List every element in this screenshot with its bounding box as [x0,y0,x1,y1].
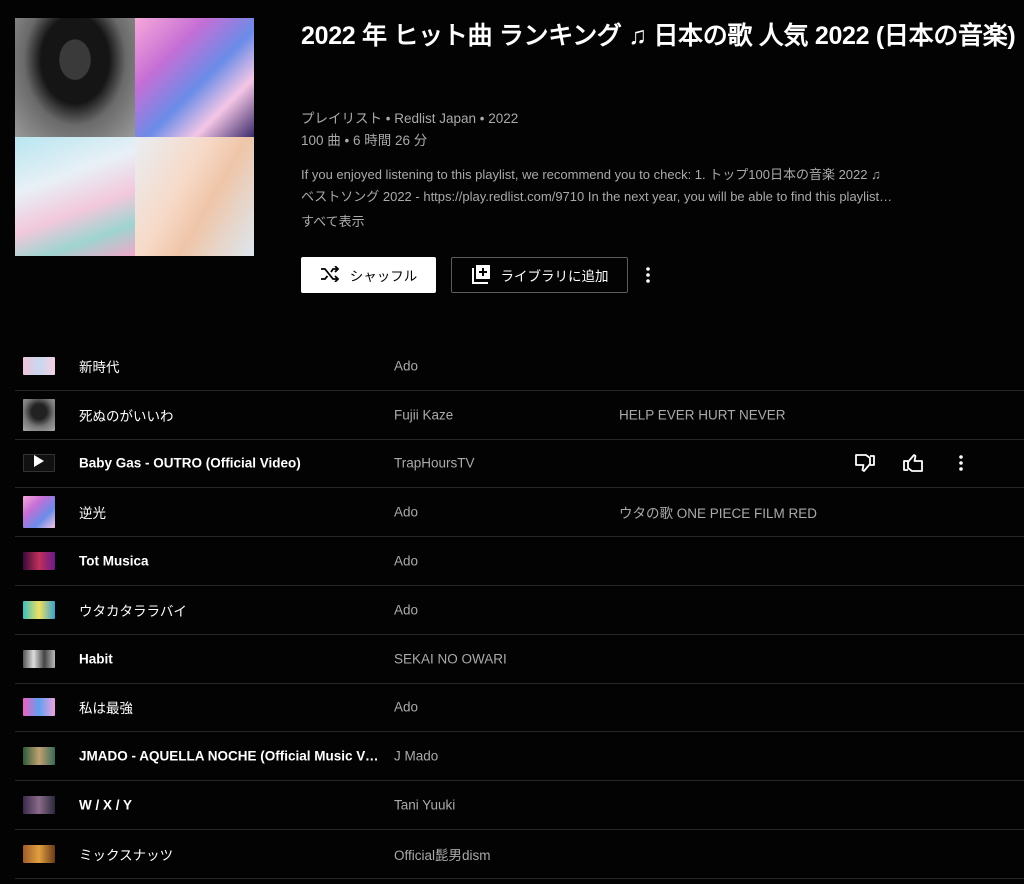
track-thumbnail[interactable] [23,649,55,668]
shuffle-label: シャッフル [349,269,418,284]
track-thumbnail[interactable] [23,600,55,619]
track-artist[interactable]: Fujii Kaze [394,407,453,422]
track-album[interactable]: HELP EVER HURT NEVER [619,407,786,422]
track-thumbnail[interactable] [23,747,55,766]
track-artist[interactable]: Tani Yuuki [394,798,455,813]
track-artist[interactable]: Ado [394,700,418,715]
more-vert-icon[interactable] [638,264,658,286]
track-thumbnail[interactable] [23,454,55,473]
track-row[interactable]: 死ぬのがいいわ Fujii Kaze HELP EVER HURT NEVER [15,391,1024,440]
description-line-2: ベストソング 2022 - https://play.redlist.com/9… [301,189,893,204]
cover-tile-3 [15,137,135,256]
track-title[interactable]: Tot Musica [79,554,379,569]
track-artist[interactable]: Ado [394,554,418,569]
track-row[interactable]: Tot Musica Ado [15,537,1024,586]
track-row[interactable]: 逆光 Ado ウタの歌 ONE PIECE FILM RED [15,488,1024,538]
track-thumbnail[interactable] [23,356,55,375]
play-icon [34,454,44,472]
shuffle-icon [320,264,340,285]
track-actions [851,449,975,477]
track-row[interactable]: ウタカタララバイ Ado [15,586,1024,635]
track-title[interactable]: Habit [79,651,379,666]
thumb-down-icon[interactable] [851,449,879,477]
track-row[interactable]: Habit SEKAI NO OWARI [15,635,1024,684]
track-thumbnail[interactable] [23,796,55,815]
track-title[interactable]: 死ぬのがいいわ [79,405,379,425]
track-artist[interactable]: Official髭男dism [394,844,491,864]
track-thumbnail[interactable] [23,496,55,529]
track-album[interactable]: ウタの歌 ONE PIECE FILM RED [619,502,817,522]
track-title[interactable]: Baby Gas - OUTRO (Official Video) [79,456,379,471]
track-artist[interactable]: SEKAI NO OWARI [394,651,507,666]
thumb-up-icon[interactable] [899,449,927,477]
track-artist[interactable]: Ado [394,505,418,520]
track-artist[interactable]: J Mado [394,749,438,764]
more-vert-icon[interactable] [947,449,975,477]
track-row[interactable]: Baby Gas - OUTRO (Official Video) TrapHou… [15,440,1024,489]
shuffle-button[interactable]: シャッフル [301,257,436,293]
playlist-meta-owner: プレイリスト • Redlist Japan • 2022 [301,111,519,126]
add-to-library-button[interactable]: ライブラリに追加 [451,257,628,293]
track-title[interactable]: W / X / Y [79,798,379,813]
add-to-library-label: ライブラリに追加 [500,269,609,284]
track-thumbnail[interactable] [23,844,55,863]
track-row[interactable]: 私は最強 Ado [15,684,1024,733]
playlist-description: If you enjoyed listening to this playlis… [301,164,941,208]
track-title[interactable]: JMADO - AQUELLA NOCHE (Official Music Vi… [79,749,379,764]
playlist-cover [15,18,254,256]
track-artist[interactable]: TrapHoursTV [394,456,475,471]
cover-tile-2 [134,18,254,137]
cover-tile-4 [134,137,254,256]
cover-tile-1 [15,18,135,137]
track-title[interactable]: 私は最強 [79,697,379,717]
track-title[interactable]: 新時代 [79,356,379,376]
track-artist[interactable]: Ado [394,602,418,617]
track-list: 新時代 Ado 死ぬのがいいわ Fujii Kaze HELP EVER HURT NE… [15,342,1024,879]
track-thumbnail[interactable] [23,552,55,571]
track-thumbnail[interactable] [23,398,55,431]
track-title[interactable]: ウタカタララバイ [79,600,379,620]
track-row[interactable]: 新時代 Ado [15,342,1024,391]
track-row[interactable]: W / X / Y Tani Yuuki [15,781,1024,830]
playlist-meta-stats: 100 曲 • 6 時間 26 分 [301,133,428,148]
track-artist[interactable]: Ado [394,358,418,373]
library-add-icon [471,264,491,287]
track-row[interactable]: ミックスナッツ Official髭男dism [15,830,1024,879]
show-more-link[interactable]: すべて表示 [301,211,365,230]
track-row[interactable]: JMADO - AQUELLA NOCHE (Official Music Vi… [15,732,1024,782]
track-thumbnail[interactable] [23,698,55,717]
description-line-1: If you enjoyed listening to this playlis… [301,167,881,182]
track-title[interactable]: ミックスナッツ [79,844,379,864]
playlist-title: 2022 年 ヒット曲 ランキング ♫ 日本の歌 人気 2022 (日本の音楽) [301,22,1016,50]
track-title[interactable]: 逆光 [79,502,379,522]
